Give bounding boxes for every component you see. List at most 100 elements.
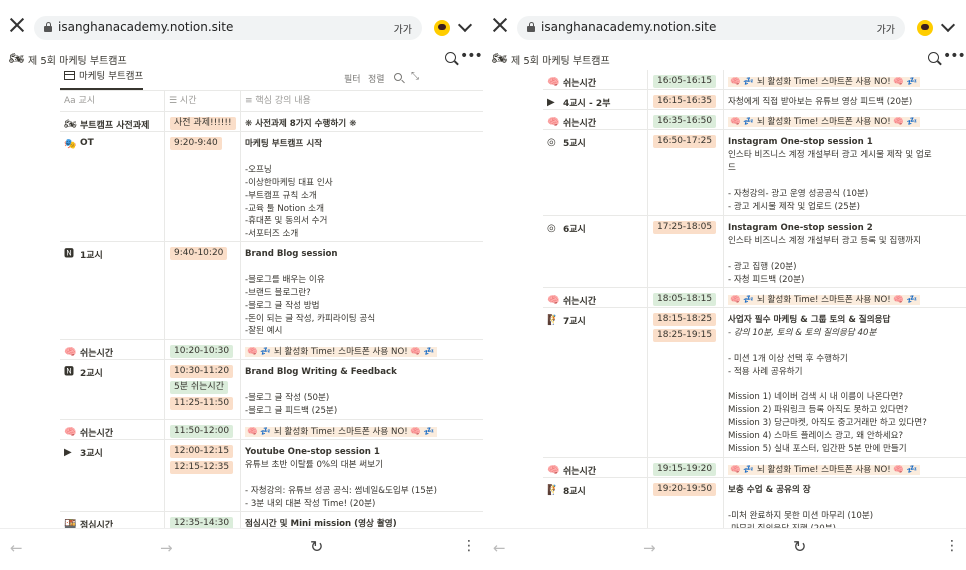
table-row[interactable]: 🧠 쉬는시간 16:05-16:15 🧠 💤 뇌 활성화 Time! 스마트폰 사용 … <box>543 70 966 90</box>
content-cell[interactable]: 마케팅 부트캠프 시작 -오프닝 -이상한마케팅 대표 인사 -부트캠프 규칙 소개 -… <box>240 132 483 241</box>
class-name[interactable]: 쉬는시간 <box>563 294 596 307</box>
class-cell[interactable]: 🧠 쉬는시간 <box>543 458 647 477</box>
tab-marketing-bootcamp[interactable]: 마케팅 부트캠프 <box>60 68 144 90</box>
more-vertical-icon[interactable]: ⋮ <box>462 538 476 554</box>
arrow-right-icon[interactable]: → <box>160 539 173 557</box>
chevron-down-icon[interactable] <box>457 17 473 33</box>
content-cell[interactable]: 🧠 💤 뇌 활성화 Time! 스마트폰 사용 NO! 🧠 💤 <box>723 288 966 307</box>
class-cell[interactable]: 🧠 쉬는시간 <box>60 420 164 439</box>
time-cell[interactable]: 17:25-18:05 <box>647 216 723 287</box>
time-cell[interactable]: 19:15-19:20 <box>647 458 723 477</box>
table-row[interactable]: 🧗 8교시 19:20-19:50 보충 수업 & 공유의 장 -미처 완료하지 못한 … <box>543 478 966 528</box>
column-header-content[interactable]: ≡ 핵심 강의 내용 <box>240 91 483 112</box>
table-row[interactable]: 🧠 쉬는시간 16:35-16:50 🧠 💤 뇌 활성화 Time! 스마트폰 사용 … <box>543 110 966 130</box>
sort-button[interactable]: 정렬 <box>368 72 385 85</box>
class-cell[interactable]: 🅽 2교시 <box>60 360 164 419</box>
class-cell[interactable]: 🅽 1교시 <box>60 242 164 339</box>
class-name[interactable]: 쉬는시간 <box>563 116 596 129</box>
arrow-left-icon[interactable]: ← <box>493 539 506 557</box>
class-cell[interactable]: ▶ 3교시 <box>60 440 164 511</box>
table-row[interactable]: 🎭 OT 9:20-9:40 마케팅 부트캠프 시작 -오프닝 -이상한마케팅 대표 인사… <box>60 132 483 242</box>
class-cell[interactable]: 🧠 쉬는시간 <box>543 70 647 89</box>
class-name[interactable]: 5교시 <box>563 136 586 149</box>
translate-icon[interactable]: 가가 <box>877 21 895 36</box>
translate-icon[interactable]: 가가 <box>394 21 412 36</box>
time-cell[interactable]: 12:00-12:15 12:15-12:35 <box>164 440 240 511</box>
class-name[interactable]: 2교시 <box>80 366 103 379</box>
time-cell[interactable]: 18:05-18:15 <box>647 288 723 307</box>
class-name[interactable]: 4교시 - 2부 <box>563 96 610 109</box>
class-name[interactable]: 7교시 <box>563 314 586 327</box>
expand-icon[interactable]: ⤡ <box>411 71 419 82</box>
class-name[interactable]: 8교시 <box>563 484 586 497</box>
table-row[interactable]: 🧠 쉬는시간 18:05-18:15 🧠 💤 뇌 활성화 Time! 스마트폰 사용 … <box>543 288 966 308</box>
kakaotalk-icon[interactable] <box>917 20 933 36</box>
class-cell[interactable]: 🍱 점심시간 <box>60 512 164 528</box>
table-row[interactable]: 🅽 1교시 9:40-10:20 Brand Blog session -블로그를 배우… <box>60 242 483 340</box>
arrow-right-icon[interactable]: → <box>643 539 656 557</box>
time-cell[interactable]: 9:40-10:20 <box>164 242 240 339</box>
column-header-class[interactable]: Aa 교시 <box>64 91 164 112</box>
class-cell[interactable]: 🧗 7교시 <box>543 308 647 457</box>
content-cell[interactable]: 🧠 💤 뇌 활성화 Time! 스마트폰 사용 NO! 🧠 💤 <box>723 70 966 89</box>
time-cell[interactable]: 10:20-10:30 <box>164 340 240 359</box>
class-cell[interactable]: ◎ 6교시 <box>543 216 647 287</box>
time-cell[interactable]: 16:35-16:50 <box>647 110 723 129</box>
close-icon[interactable] <box>10 18 24 32</box>
class-name[interactable]: 쉬는시간 <box>563 464 596 477</box>
content-cell[interactable]: 🧠 💤 뇌 활성화 Time! 스마트폰 사용 NO! 🧠 💤 <box>240 340 483 359</box>
table-row[interactable]: ▶ 3교시 12:00-12:15 12:15-12:35 Youtube One-st… <box>60 440 483 512</box>
content-cell[interactable]: 자청에게 직접 받아보는 유튜브 영상 피드백 (20분) <box>723 90 966 109</box>
time-cell[interactable]: 12:35-14:30 <box>164 512 240 528</box>
class-name[interactable]: 3교시 <box>80 446 103 459</box>
table-search-icon[interactable] <box>394 73 402 81</box>
class-cell[interactable]: 🧠 쉬는시간 <box>60 340 164 359</box>
class-cell[interactable]: ◎ 5교시 <box>543 130 647 215</box>
address-field[interactable]: isanghanacademy.notion.site 가가 <box>34 16 422 40</box>
more-icon[interactable]: ••• <box>943 48 966 64</box>
table-row[interactable]: ◎ 6교시 17:25-18:05 Instagram One-stop sessio… <box>543 216 966 288</box>
time-cell[interactable]: 19:20-19:50 <box>647 478 723 528</box>
class-name[interactable]: 점심시간 <box>80 518 113 528</box>
content-cell[interactable]: Instagram One-stop session 1 인스타 비즈니스 계정 … <box>723 130 966 215</box>
table-row[interactable]: ◎ 5교시 16:50-17:25 Instagram One-stop sessio… <box>543 130 966 216</box>
table-row[interactable]: 🧠 쉬는시간 11:50-12:00 🧠 💤 뇌 활성화 Time! 스마트폰 사용 … <box>60 420 483 440</box>
content-cell[interactable]: Youtube One-stop session 1 유튜브 초반 이탈률 0%의… <box>240 440 483 511</box>
table-row[interactable]: 🏍 부트캠프 사전과제 사전 과제!!!!!! ❋ 사전과제 8가지 수행하기 ❋ <box>60 112 483 132</box>
time-cell[interactable]: 16:50-17:25 <box>647 130 723 215</box>
more-vertical-icon[interactable]: ⋮ <box>945 538 959 554</box>
table-row[interactable]: 🧗 7교시 18:15-18:25 18:25-19:15 사업자 필수 마케팅 & 그… <box>543 308 966 458</box>
time-cell[interactable]: 9:20-9:40 <box>164 132 240 241</box>
table-row[interactable]: 🅽 2교시 10:30-11:20 5분 쉬는시간 11:25-11:50 Brand B… <box>60 360 483 420</box>
chevron-down-icon[interactable] <box>940 17 956 33</box>
content-cell[interactable]: Brand Blog session -블로그를 배우는 이유 -브랜드 블로그란?… <box>240 242 483 339</box>
class-cell[interactable]: ▶ 4교시 - 2부 <box>543 90 647 109</box>
time-cell[interactable]: 16:15-16:35 <box>647 90 723 109</box>
class-name[interactable]: OT <box>80 138 94 148</box>
class-name[interactable]: 쉬는시간 <box>80 346 113 359</box>
class-cell[interactable]: 🧠 쉬는시간 <box>543 110 647 129</box>
table-row[interactable]: 🧠 쉬는시간 10:20-10:30 🧠 💤 뇌 활성화 Time! 스마트폰 사용 … <box>60 340 483 360</box>
class-cell[interactable]: 🏍 부트캠프 사전과제 <box>60 112 164 131</box>
table-row[interactable]: 🍱 점심시간 12:35-14:30 점심시간 및 Mini mission (영상 … <box>60 512 483 528</box>
refresh-icon[interactable]: ↻ <box>793 537 806 556</box>
time-cell[interactable]: 18:15-18:25 18:25-19:15 <box>647 308 723 457</box>
page-title[interactable]: 제 5회 마케팅 부트캠프 <box>28 52 127 67</box>
content-cell[interactable]: 🧠 💤 뇌 활성화 Time! 스마트폰 사용 NO! 🧠 💤 <box>240 420 483 439</box>
column-header-time[interactable]: ☰ 시간 <box>164 91 240 112</box>
close-icon[interactable] <box>493 18 507 32</box>
filter-button[interactable]: 필터 <box>344 72 361 85</box>
time-cell[interactable]: 11:50-12:00 <box>164 420 240 439</box>
content-cell[interactable]: ❋ 사전과제 8가지 수행하기 ❋ <box>240 112 483 131</box>
table-row[interactable]: 🧠 쉬는시간 19:15-19:20 🧠 💤 뇌 활성화 Time! 스마트폰 사용 … <box>543 458 966 478</box>
table-row[interactable]: ▶ 4교시 - 2부 16:15-16:35 자청에게 직접 받아보는 유튜브 영상 … <box>543 90 966 110</box>
content-cell[interactable]: 보충 수업 & 공유의 장-미처 완료하지 못한 미션 마무리 (10분)-마무… <box>723 478 966 528</box>
content-cell[interactable]: Brand Blog Writing & Feedback -블로그 글 작성 (… <box>240 360 483 419</box>
more-icon[interactable]: ••• <box>460 48 483 64</box>
class-cell[interactable]: 🎭 OT <box>60 132 164 241</box>
refresh-icon[interactable]: ↻ <box>310 537 323 556</box>
content-cell[interactable]: 🧠 💤 뇌 활성화 Time! 스마트폰 사용 NO! 🧠 💤 <box>723 458 966 477</box>
content-cell[interactable]: 점심시간 및 Mini mission (영상 촬영) <box>240 512 483 528</box>
class-cell[interactable]: 🧗 8교시 <box>543 478 647 528</box>
class-name[interactable]: 1교시 <box>80 248 103 261</box>
